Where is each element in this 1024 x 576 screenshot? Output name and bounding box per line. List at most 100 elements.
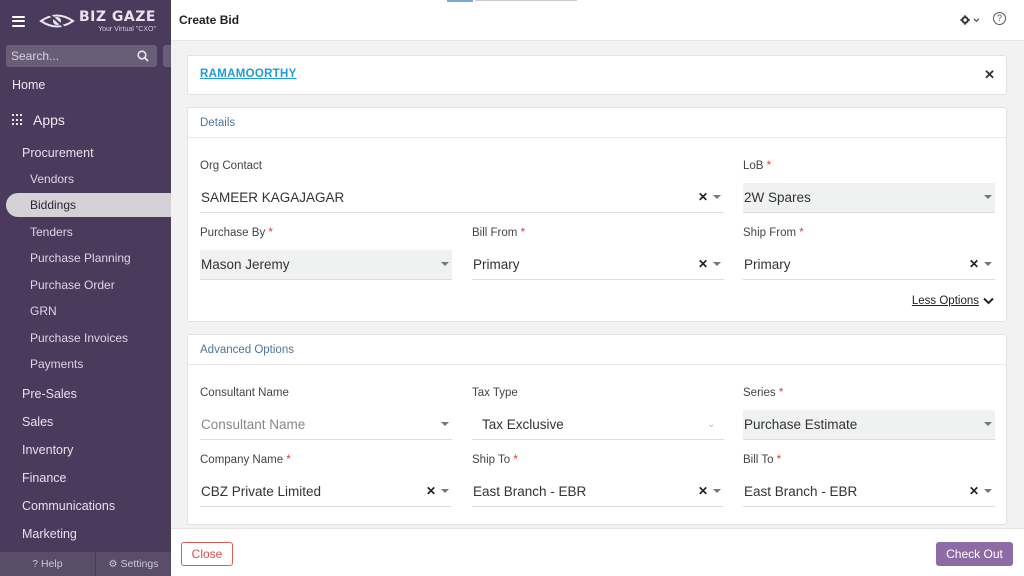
- clear-icon[interactable]: ✕: [969, 257, 979, 271]
- org-contact-select[interactable]: SAMEER KAGAJAGAR ✕: [200, 183, 724, 213]
- field-value: SAMEER KAGAJAGAR: [201, 190, 345, 205]
- required-marker: *: [766, 160, 772, 172]
- field-value: East Branch - EBR: [473, 484, 587, 499]
- help-button[interactable]: ? Help: [0, 552, 96, 576]
- field-value: East Branch - EBR: [744, 484, 858, 499]
- caret-down-icon: [713, 195, 721, 199]
- search-box: [6, 45, 157, 67]
- clear-icon[interactable]: ✕: [698, 484, 708, 498]
- nav-procurement[interactable]: Procurement: [22, 146, 94, 160]
- nav-purchase-planning[interactable]: Purchase Planning: [30, 251, 131, 265]
- bill-to-field: Bill To * East Branch - EBR ✕: [743, 454, 995, 507]
- caret-down-icon: [441, 422, 449, 426]
- clear-icon[interactable]: ✕: [698, 257, 708, 271]
- nav-biddings-label: Biddings: [30, 198, 77, 212]
- caret-down-icon: [984, 195, 992, 199]
- less-options-toggle[interactable]: Less Options: [912, 295, 994, 307]
- sidebar: BIZ GAZE Your Virtual "CXO" Home Apps Pr…: [0, 0, 171, 576]
- field-label: LoB: [743, 160, 764, 172]
- nav-purchase-invoices[interactable]: Purchase Invoices: [30, 331, 128, 345]
- field-label: Purchase By: [200, 227, 266, 239]
- required-marker: *: [286, 454, 291, 466]
- clear-icon[interactable]: ✕: [426, 484, 436, 498]
- nav-communications[interactable]: Communications: [22, 499, 115, 513]
- nav-apps[interactable]: Apps: [12, 112, 65, 128]
- caret-down-icon: [441, 262, 449, 266]
- page-title: Create Bid: [179, 13, 240, 27]
- field-label: Ship To: [472, 454, 511, 466]
- field-value: Tax Exclusive: [482, 417, 564, 432]
- sidebar-footer: ? Help ⚙ Settings: [0, 552, 171, 576]
- required-marker: *: [799, 227, 804, 239]
- nav-marketing[interactable]: Marketing: [22, 527, 77, 541]
- purchase-by-select[interactable]: Mason Jeremy: [200, 250, 452, 280]
- field-label: Ship From: [743, 227, 797, 239]
- help-icon: ?: [32, 558, 38, 570]
- brand-tagline: Your Virtual "CXO": [98, 25, 156, 33]
- search-icon[interactable]: [137, 50, 149, 62]
- apps-grid-icon: [12, 114, 24, 126]
- close-button[interactable]: Close: [181, 542, 233, 566]
- contact-card: RAMAMOORTHY ✕: [187, 55, 1007, 95]
- nav-grn[interactable]: GRN: [30, 304, 57, 318]
- nav-sales[interactable]: Sales: [22, 415, 53, 429]
- brand-title: BIZ GAZE: [79, 8, 156, 25]
- section-title: Details: [188, 108, 1006, 138]
- nav-tenders[interactable]: Tenders: [30, 225, 73, 239]
- field-value: Mason Jeremy: [201, 257, 290, 272]
- details-section: Details Org Contact SAMEER KAGAJAGAR ✕ L…: [187, 107, 1007, 322]
- field-value: Purchase Estimate: [744, 417, 858, 432]
- nav-apps-label: Apps: [33, 112, 65, 128]
- clear-icon[interactable]: ✕: [698, 190, 708, 204]
- help-label: Help: [40, 558, 63, 570]
- logo[interactable]: BIZ GAZE Your Virtual "CXO": [39, 10, 156, 33]
- required-marker: *: [520, 227, 526, 239]
- bill-from-select[interactable]: Primary ✕: [472, 250, 724, 280]
- lob-select[interactable]: 2W Spares: [743, 183, 995, 213]
- tax-type-select[interactable]: Tax Exclusive ⌄: [472, 410, 724, 440]
- purchase-by-field: Purchase By * Mason Jeremy: [200, 227, 452, 280]
- nav-vendors[interactable]: Vendors: [30, 172, 74, 186]
- consultant-name-select[interactable]: Consultant Name: [200, 410, 452, 440]
- field-label: Bill To: [743, 454, 774, 466]
- caret-down-icon: [441, 489, 449, 493]
- field-label: Org Contact: [200, 160, 262, 172]
- company-name-select[interactable]: CBZ Private Limited ✕: [200, 477, 452, 507]
- caret-down-icon: [984, 262, 992, 266]
- nav-inventory[interactable]: Inventory: [22, 443, 73, 457]
- caret-down-icon: [984, 422, 992, 426]
- nav-finance[interactable]: Finance: [22, 471, 66, 485]
- header: Create Bid ?: [171, 0, 1024, 41]
- series-select[interactable]: Purchase Estimate: [743, 410, 995, 440]
- checkout-button[interactable]: Check Out: [936, 542, 1013, 566]
- help-icon[interactable]: ?: [993, 12, 1006, 25]
- settings-button[interactable]: ⚙ Settings: [96, 552, 171, 576]
- tab-track: [475, 0, 577, 1]
- search-toggle[interactable]: [163, 45, 171, 67]
- ship-from-field: Ship From * Primary ✕: [743, 227, 995, 280]
- required-marker: *: [268, 227, 273, 239]
- caret-down-icon: [984, 489, 992, 493]
- bill-to-select[interactable]: East Branch - EBR ✕: [743, 477, 995, 507]
- ship-from-select[interactable]: Primary ✕: [743, 250, 995, 280]
- settings-menu-button[interactable]: [960, 12, 980, 28]
- close-icon[interactable]: ✕: [984, 67, 995, 83]
- gear-icon: ⚙: [108, 558, 118, 570]
- field-label: Series: [743, 387, 776, 399]
- clear-icon[interactable]: ✕: [969, 484, 979, 498]
- lob-field: LoB * 2W Spares: [743, 160, 995, 213]
- required-marker: *: [778, 387, 784, 399]
- search-input[interactable]: [11, 49, 131, 63]
- ship-to-select[interactable]: East Branch - EBR ✕: [472, 477, 724, 507]
- menu-icon[interactable]: [12, 15, 25, 27]
- org-contact-field: Org Contact SAMEER KAGAJAGAR ✕: [200, 160, 724, 213]
- nav-payments[interactable]: Payments: [30, 357, 83, 371]
- nav-purchase-order[interactable]: Purchase Order: [30, 278, 115, 292]
- settings-label: Settings: [120, 558, 159, 570]
- contact-link[interactable]: RAMAMOORTHY: [200, 68, 297, 80]
- nav-pre-sales[interactable]: Pre-Sales: [22, 387, 77, 401]
- logo-eye-icon: [39, 13, 75, 29]
- nav-home[interactable]: Home: [12, 78, 45, 92]
- nav-biddings[interactable]: Biddings: [6, 193, 171, 217]
- caret-down-icon: [713, 262, 721, 266]
